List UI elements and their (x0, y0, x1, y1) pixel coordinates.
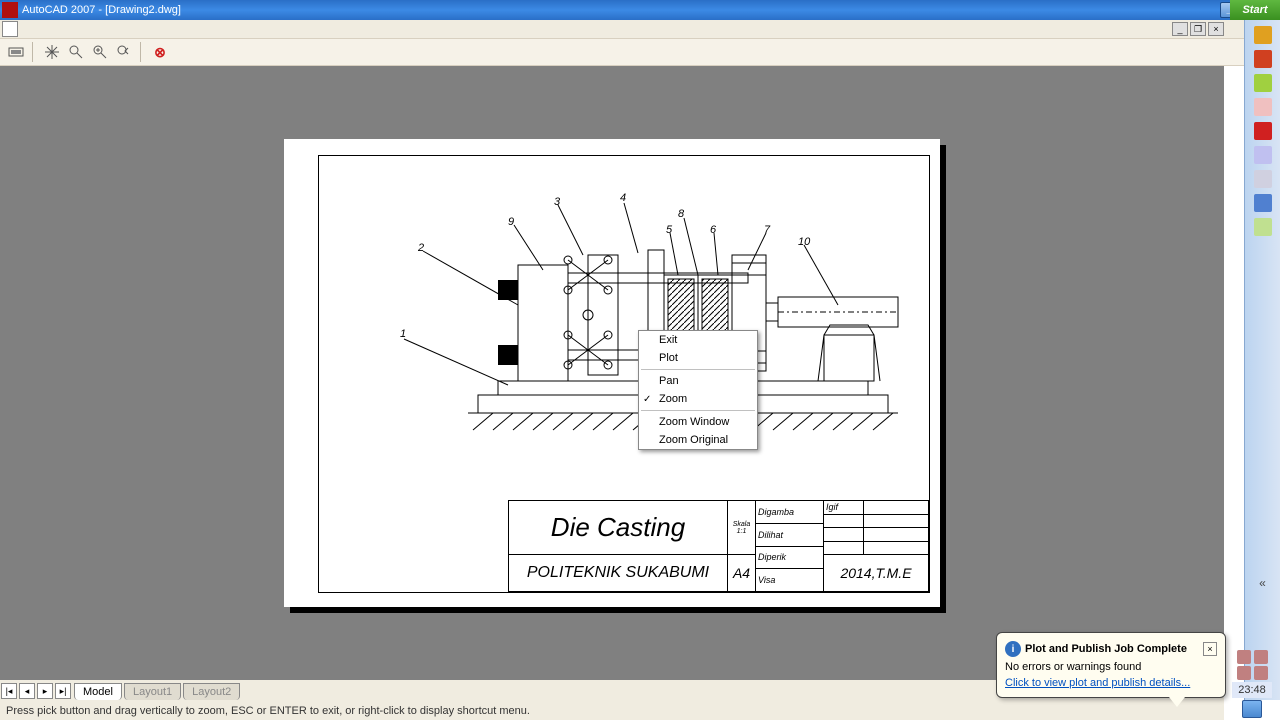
institution-name: POLITEKNIK SUKABUMI (509, 555, 727, 591)
callout-4: 4 (620, 192, 626, 204)
plot-preview-icon[interactable] (6, 42, 26, 62)
drawing-canvas[interactable]: 1 2 9 3 4 5 8 6 7 10 Die Casti (0, 66, 1224, 680)
year-info: 2014,T.M.E (824, 555, 928, 591)
tray-icon-2[interactable] (1254, 650, 1268, 664)
digambar-label: Digamba (756, 501, 823, 524)
start-button[interactable]: Start (1230, 0, 1280, 20)
info-icon: i (1005, 641, 1021, 657)
context-menu: Exit Plot Pan Zoom Zoom Window Zoom Orig… (638, 330, 758, 450)
callout-5: 5 (666, 224, 673, 236)
doc-minimize-button[interactable]: _ (1172, 22, 1188, 36)
doc-close-button[interactable]: × (1208, 22, 1224, 36)
sidebar-icon-7[interactable] (1254, 170, 1272, 188)
zoom-realtime-icon[interactable] (90, 42, 110, 62)
sidebar-icon-6[interactable] (1254, 146, 1272, 164)
menu-bar: _ ❐ × (0, 20, 1280, 38)
callout-7: 7 (764, 224, 771, 236)
tab-first-icon[interactable]: |◂ (1, 683, 17, 699)
document-icon[interactable] (2, 21, 18, 37)
tray-icon-3[interactable] (1237, 666, 1251, 680)
scale-label: Skala 1:1 (728, 501, 755, 555)
dilihat-label: Dilihat (756, 524, 823, 547)
close-preview-icon[interactable]: ⊗ (150, 42, 170, 62)
menu-pan[interactable]: Pan (639, 372, 757, 390)
app-icon (2, 2, 18, 18)
callout-3: 3 (554, 196, 561, 208)
balloon-body: No errors or warnings found (1005, 661, 1217, 673)
system-tray: 23:48 (1224, 610, 1280, 720)
sidebar-icon-8[interactable] (1254, 194, 1272, 212)
tray-icon-1[interactable] (1237, 650, 1251, 664)
menu-zoom[interactable]: Zoom (639, 390, 757, 408)
sidebar-icon-4[interactable] (1254, 98, 1272, 116)
pan-icon[interactable] (42, 42, 62, 62)
zoom-previous-icon[interactable] (114, 42, 134, 62)
menu-zoom-original[interactable]: Zoom Original (639, 431, 757, 449)
balloon-close-button[interactable]: × (1203, 642, 1217, 656)
diperik-label: Diperik (756, 547, 823, 570)
tab-model[interactable]: Model (74, 683, 122, 700)
tab-next-icon[interactable]: ▸ (37, 683, 53, 699)
callout-2: 2 (417, 242, 424, 254)
callout-1: 1 (400, 328, 406, 340)
sidebar-collapse-icon[interactable]: « (1259, 576, 1266, 590)
menu-plot[interactable]: Plot (639, 349, 757, 367)
drawing-title: Die Casting (509, 501, 727, 555)
zoom-icon[interactable] (66, 42, 86, 62)
tab-layout1[interactable]: Layout1 (124, 683, 181, 700)
window-title: AutoCAD 2007 - [Drawing2.dwg] (22, 4, 1220, 16)
title-bar: AutoCAD 2007 - [Drawing2.dwg] _ ❐ × (0, 0, 1280, 20)
doc-restore-button[interactable]: ❐ (1190, 22, 1206, 36)
sidebar-icon-9[interactable] (1254, 218, 1272, 236)
sidebar-icon-5[interactable] (1254, 122, 1272, 140)
toolbar: ⊗ (0, 38, 1280, 66)
callout-9: 9 (508, 216, 514, 228)
status-bar: Press pick button and drag vertically to… (0, 702, 1224, 720)
tab-layout2[interactable]: Layout2 (183, 683, 240, 700)
sidebar-icon-2[interactable] (1254, 50, 1272, 68)
igif-label: Igif (824, 501, 864, 514)
callout-10: 10 (798, 236, 811, 248)
status-text: Press pick button and drag vertically to… (6, 705, 530, 717)
balloon-link[interactable]: Click to view plot and publish details..… (1005, 677, 1217, 689)
right-sidebar: « (1244, 20, 1280, 700)
paper-preview: 1 2 9 3 4 5 8 6 7 10 Die Casti (284, 139, 940, 607)
visa-label: Visa (756, 569, 823, 591)
clock: 23:48 (1232, 682, 1272, 698)
balloon-title: Plot and Publish Job Complete (1025, 643, 1203, 655)
sidebar-icon-3[interactable] (1254, 74, 1272, 92)
menu-exit[interactable]: Exit (639, 331, 757, 349)
taskbar-button[interactable] (1242, 700, 1262, 718)
tab-prev-icon[interactable]: ◂ (19, 683, 35, 699)
tab-last-icon[interactable]: ▸| (55, 683, 71, 699)
tray-icon-4[interactable] (1254, 666, 1268, 680)
callout-6: 6 (710, 224, 717, 236)
title-block: Die Casting POLITEKNIK SUKABUMI Skala 1:… (508, 500, 929, 592)
notification-balloon: i Plot and Publish Job Complete × No err… (996, 632, 1226, 698)
callout-8: 8 (678, 208, 685, 220)
paper-size: A4 (728, 555, 755, 591)
menu-zoom-window[interactable]: Zoom Window (639, 413, 757, 431)
sidebar-icon-1[interactable] (1254, 26, 1272, 44)
